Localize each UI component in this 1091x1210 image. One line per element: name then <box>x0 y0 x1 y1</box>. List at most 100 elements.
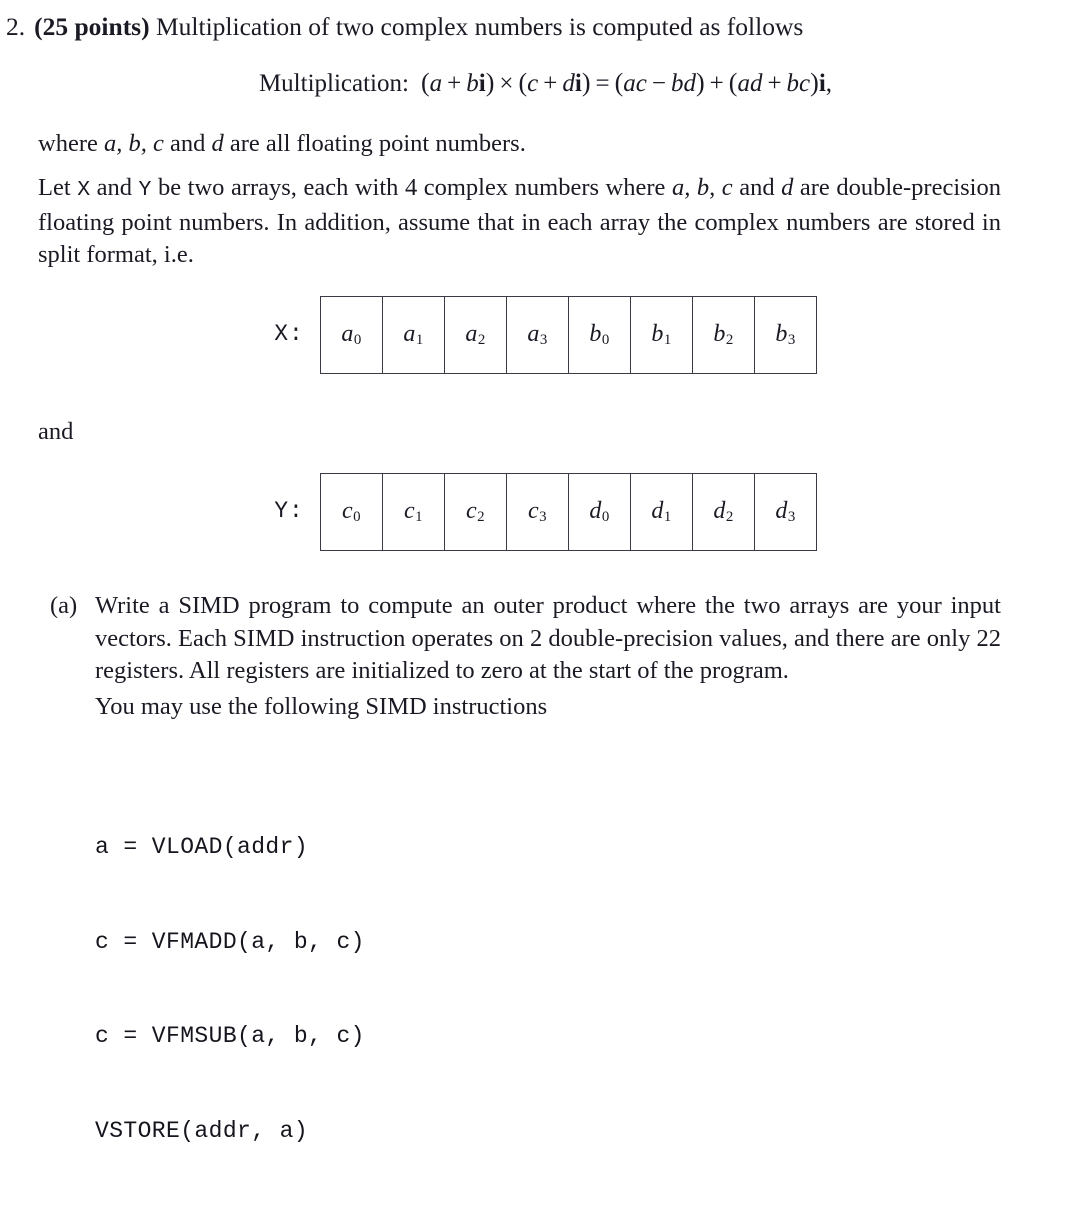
eq-trailing-comma: , <box>825 70 833 97</box>
let-array-y: Y <box>138 178 152 202</box>
let-prefix: Let <box>38 174 78 201</box>
let-vars-abc: a, b, c <box>671 174 733 201</box>
eq-plus-2: + <box>543 70 558 97</box>
eq-plus-1: + <box>447 70 462 97</box>
eq-term-bc: bc <box>786 70 811 97</box>
cell-base: d <box>589 497 602 524</box>
x-cell-2: a2 <box>443 296 507 374</box>
document-page: 2. (25 points) Multiplication of two comp… <box>0 0 1091 1144</box>
and-connector: and <box>38 418 74 445</box>
y-array-label: Y: <box>274 498 304 524</box>
cell-sub: 2 <box>477 332 486 349</box>
y-cell-5: d1 <box>629 473 693 551</box>
cell-base: d <box>775 497 788 524</box>
cell-base: b <box>589 320 602 347</box>
cell-sub: 0 <box>601 332 610 349</box>
cell-base: b <box>713 320 726 347</box>
let-array-x: X <box>77 178 91 202</box>
equation-label: Multiplication: <box>258 70 409 97</box>
cell-sub: 1 <box>663 332 672 349</box>
y-cell-7: d3 <box>753 473 817 551</box>
eq-paren-open-3: ( <box>614 68 624 97</box>
cell-base: a <box>403 320 416 347</box>
cell-sub: 0 <box>353 332 362 349</box>
cell-sub: 2 <box>725 332 734 349</box>
eq-equals: = <box>595 70 610 97</box>
y-cell-3: c3 <box>505 473 569 551</box>
x-cell-0: a0 <box>319 296 383 374</box>
x-cell-3: a3 <box>505 296 569 374</box>
problem-number: 2. <box>6 12 26 41</box>
cell-base: c <box>528 497 539 524</box>
x-cell-7: b3 <box>753 296 817 374</box>
where-and: and <box>163 130 212 157</box>
eq-term-ad: ad <box>737 70 763 97</box>
let-and-2: and <box>732 174 782 201</box>
x-array-table: a0 a1 a2 a3 b0 b1 b2 b3 <box>319 296 817 374</box>
x-array-figure: X: a0 a1 a2 a3 b0 b1 b2 b3 <box>0 296 1091 374</box>
where-vars-abc: a, b, c <box>103 130 164 157</box>
y-cell-6: d2 <box>691 473 755 551</box>
cell-sub: 3 <box>539 332 548 349</box>
eq-term-ac: ac <box>623 70 647 97</box>
cell-sub: 0 <box>601 509 610 526</box>
cell-base: b <box>775 320 788 347</box>
eq-times-operator: × <box>499 70 514 97</box>
eq-imag-unit-3: i <box>818 70 826 97</box>
eq-paren-close-4: ) <box>810 68 819 97</box>
cell-base: c <box>342 497 353 524</box>
cell-sub: 1 <box>415 509 423 526</box>
eq-term-bd: bd <box>670 70 696 97</box>
eq-var-b: b <box>466 70 479 97</box>
eq-plus-3: + <box>709 70 724 97</box>
x-array-label: X: <box>274 321 304 347</box>
problem-heading-text: Multiplication of two complex numbers is… <box>155 12 804 41</box>
part-a-text: Write a SIMD program to compute an outer… <box>95 592 1001 684</box>
let-var-d: d <box>781 174 794 201</box>
cell-sub: 3 <box>787 509 796 526</box>
table-row: a0 a1 a2 a3 b0 b1 b2 b3 <box>319 296 817 374</box>
table-row: c0 c1 c2 c3 d0 d1 d2 d3 <box>319 473 817 551</box>
where-var-d: d <box>211 130 224 157</box>
eq-paren-close-2: ) <box>581 68 591 97</box>
x-cell-5: b1 <box>629 296 693 374</box>
points-label: (25 points) <box>34 12 150 41</box>
eq-paren-open-2: ( <box>518 68 528 97</box>
cell-base: d <box>713 497 726 524</box>
eq-plus-4: + <box>767 70 782 97</box>
cell-base: a <box>527 320 540 347</box>
cell-base: c <box>466 497 477 524</box>
multiplication-equation: Multiplication: (a + bi) × (c + di) = (ac − bd) + (ad… <box>0 66 1091 101</box>
y-cell-2: c2 <box>443 473 507 551</box>
x-cell-1: a1 <box>381 296 445 374</box>
y-array-figure: Y: c0 c1 c2 c3 d0 d1 d2 d3 <box>0 473 1091 551</box>
part-a-block: (a) Write a SIMD program to compute an o… <box>50 590 1001 723</box>
eq-imag-unit-1: i <box>478 70 486 97</box>
problem-heading: 2. (25 points) Multiplication of two comp… <box>6 10 1066 44</box>
eq-var-d: d <box>562 70 575 97</box>
cell-base: a <box>465 320 478 347</box>
cell-base: a <box>341 320 354 347</box>
cell-base: b <box>651 320 664 347</box>
x-cell-4: b0 <box>567 296 631 374</box>
part-a-followup: You may use the following SIMD instructi… <box>95 692 548 720</box>
y-cell-1: c1 <box>381 473 445 551</box>
eq-var-c: c <box>527 70 539 97</box>
where-prefix: where <box>38 130 104 157</box>
eq-imag-unit-2: i <box>574 70 582 97</box>
eq-paren-open-1: ( <box>420 68 430 97</box>
eq-paren-close-3: ) <box>695 68 705 97</box>
code-line-vload: a = VLOAD(addr) <box>95 834 309 860</box>
eq-var-a: a <box>429 70 443 97</box>
cell-sub: 3 <box>787 332 796 349</box>
code-line-vfmadd: c = VFMADD(a, b, c) <box>95 928 365 955</box>
eq-minus: − <box>651 70 666 97</box>
code-line-vfmsub: c = VFMSUB(a, b, c) <box>95 1023 365 1049</box>
let-mid: be two arrays, each with 4 complex numbe… <box>151 174 672 201</box>
cell-sub: 3 <box>539 509 547 526</box>
y-cell-0: c0 <box>319 473 383 551</box>
cell-base: c <box>404 497 415 524</box>
where-suffix: are all floating point numbers. <box>223 130 526 157</box>
y-cell-4: d0 <box>567 473 631 551</box>
paragraph-let-arrays: Let X and Y be two arrays, each with 4 c… <box>38 172 1001 272</box>
